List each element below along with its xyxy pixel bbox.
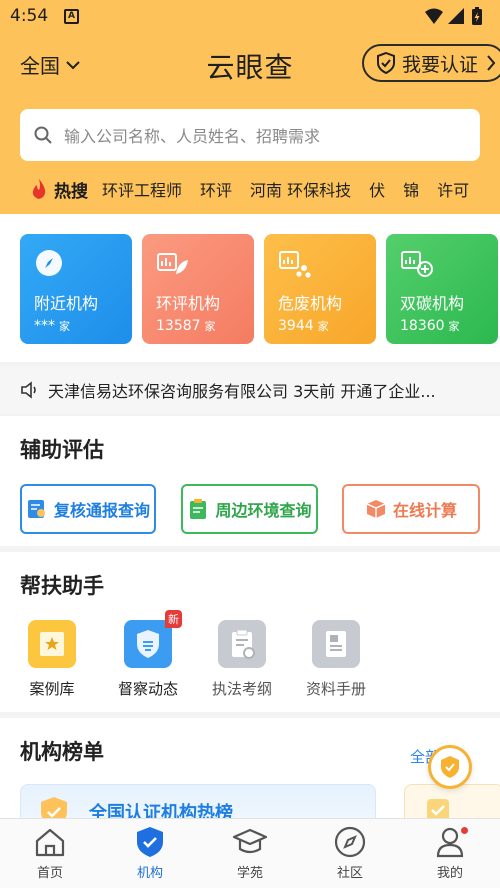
category-carbon[interactable]: 双碳机构 18360 家 bbox=[386, 234, 498, 344]
helper-label: 督察动态 bbox=[117, 680, 178, 698]
header-area: 4:54 A 全国 云眼查 我要认证 输入公司名称、人员姓名、招聘需求 热搜 环… bbox=[0, 0, 500, 214]
law-clipboard-icon bbox=[218, 620, 266, 668]
manual-document-icon bbox=[312, 620, 360, 668]
shield-check-icon bbox=[441, 756, 459, 778]
helper-label: 资料手册 bbox=[305, 680, 366, 698]
tab-label: 首页 bbox=[36, 866, 63, 881]
hot-keyword[interactable]: 许可 bbox=[437, 177, 469, 201]
notification-dot bbox=[461, 827, 468, 834]
document-search-icon bbox=[27, 500, 45, 518]
category-count-value: 13587 bbox=[156, 318, 201, 334]
category-unit: 家 bbox=[448, 320, 460, 333]
category-count: 3944 家 bbox=[278, 318, 329, 334]
tab-academy[interactable]: 学苑 bbox=[200, 825, 300, 881]
category-eia[interactable]: 环评机构 13587 家 bbox=[142, 234, 254, 344]
search-icon bbox=[34, 126, 52, 144]
certify-button[interactable]: 我要认证 bbox=[361, 44, 500, 82]
tab-home[interactable]: 首页 bbox=[0, 825, 100, 881]
speaker-icon bbox=[21, 381, 36, 399]
compass-icon bbox=[36, 250, 62, 276]
helper-item-inspection[interactable]: 新 督察动态 bbox=[112, 610, 184, 699]
shield-check-icon bbox=[376, 52, 395, 74]
hot-keyword[interactable]: 环评工程师 bbox=[102, 177, 182, 201]
ranking-section: 机构榜单 全部 全国认证机构热榜 bbox=[0, 718, 500, 844]
tab-community[interactable]: 社区 bbox=[300, 825, 400, 881]
floating-certify-button[interactable] bbox=[428, 745, 472, 789]
section-title: 机构榜单 bbox=[20, 740, 104, 764]
tab-label: 学苑 bbox=[236, 866, 263, 881]
category-count-value: *** bbox=[34, 318, 55, 334]
search-bar[interactable]: 输入公司名称、人员姓名、招聘需求 bbox=[20, 109, 480, 161]
tab-label: 我的 bbox=[436, 866, 463, 881]
tab-label: 机构 bbox=[136, 866, 163, 881]
hazard-chart-icon bbox=[279, 251, 311, 278]
hot-keyword[interactable]: 河南 环保科技 bbox=[250, 177, 351, 201]
hot-search-label: 热搜 bbox=[54, 181, 88, 202]
button-label: 周边环境查询 bbox=[215, 501, 312, 520]
section-title: 辅助评估 bbox=[20, 438, 104, 462]
category-hazardous[interactable]: 危废机构 3944 家 bbox=[264, 234, 376, 344]
flame-icon bbox=[32, 179, 46, 199]
inspection-shield-icon: 新 bbox=[124, 610, 182, 668]
helper-label: 执法考纲 bbox=[211, 680, 272, 698]
surrounding-env-button[interactable]: 周边环境查询 bbox=[181, 484, 318, 534]
category-name: 环评机构 bbox=[156, 294, 221, 313]
category-name: 附近机构 bbox=[34, 294, 99, 313]
status-bar: 4:54 A bbox=[0, 0, 500, 34]
clipboard-icon bbox=[190, 499, 207, 519]
wifi-icon bbox=[425, 8, 443, 24]
helper-section: 帮扶助手 案例库 新 督察动态 执法考纲 资料手册 bbox=[0, 552, 500, 712]
case-library-icon bbox=[28, 620, 76, 668]
status-indicators bbox=[424, 7, 488, 27]
chevron-right-icon bbox=[487, 55, 496, 71]
tab-profile[interactable]: 我的 bbox=[400, 825, 500, 881]
category-count-value: 3944 bbox=[278, 318, 314, 334]
review-notice-button[interactable]: 复核通报查询 bbox=[20, 484, 156, 534]
category-name: 双碳机构 bbox=[400, 294, 465, 313]
graduation-cap-icon bbox=[232, 828, 268, 854]
category-count: *** 家 bbox=[34, 318, 70, 334]
helper-item-manual[interactable]: 资料手册 bbox=[300, 620, 372, 699]
tab-institutions[interactable]: 机构 bbox=[100, 825, 200, 881]
category-name: 危废机构 bbox=[278, 294, 343, 313]
eia-chart-leaf-icon bbox=[157, 253, 188, 274]
category-nearby[interactable]: 附近机构 *** 家 bbox=[20, 234, 132, 344]
top-nav: 全国 云眼查 我要认证 bbox=[0, 34, 500, 94]
hot-keyword[interactable]: 锦 bbox=[403, 177, 419, 201]
shield-check-icon bbox=[137, 827, 163, 857]
battery-icon bbox=[472, 7, 482, 25]
home-icon bbox=[35, 828, 65, 857]
category-unit: 家 bbox=[204, 320, 216, 333]
notice-text: 天津信易达环保咨询服务有限公司 3天前 开通了企业... bbox=[48, 382, 436, 401]
new-badge: 新 bbox=[165, 610, 182, 628]
cube-icon bbox=[366, 500, 386, 518]
tab-label: 社区 bbox=[336, 866, 363, 881]
compass-icon bbox=[334, 826, 366, 858]
category-cards: 附近机构 *** 家 环评机构 13587 家 危废机构 3944 家 双碳机构 18… bbox=[0, 214, 500, 362]
assist-section: 辅助评估 复核通报查询 周边环境查询 在线计算 bbox=[0, 416, 500, 546]
button-label: 复核通报查询 bbox=[53, 501, 150, 520]
bottom-tab-bar: 首页 机构 学苑 社区 我的 bbox=[0, 818, 500, 888]
sim-icon: A bbox=[64, 9, 79, 24]
notice-bar[interactable]: 天津信易达环保咨询服务有限公司 3天前 开通了企业... bbox=[0, 366, 500, 414]
online-calc-button[interactable]: 在线计算 bbox=[342, 484, 480, 534]
helper-item-law[interactable]: 执法考纲 bbox=[206, 620, 278, 699]
signal-icon bbox=[448, 8, 464, 24]
category-unit: 家 bbox=[59, 320, 70, 333]
button-label: 在线计算 bbox=[392, 501, 457, 520]
hot-search-row: 热搜 环评工程师 环评 河南 环保科技 伏 锦 许可 bbox=[30, 176, 500, 202]
category-count: 13587 家 bbox=[156, 318, 216, 334]
helper-label: 案例库 bbox=[29, 680, 75, 698]
section-title: 帮扶助手 bbox=[20, 574, 104, 598]
status-time: 4:54 bbox=[10, 6, 49, 26]
hot-keyword[interactable]: 伏 bbox=[369, 177, 385, 201]
search-placeholder: 输入公司名称、人员姓名、招聘需求 bbox=[64, 127, 321, 146]
category-unit: 家 bbox=[317, 320, 329, 333]
hot-keyword[interactable]: 环评 bbox=[200, 177, 232, 201]
category-count: 18360 家 bbox=[400, 318, 460, 334]
helper-item-case-library[interactable]: 案例库 bbox=[16, 620, 88, 699]
certify-label: 我要认证 bbox=[401, 53, 478, 76]
carbon-chart-icon bbox=[401, 251, 433, 277]
category-count-value: 18360 bbox=[400, 318, 445, 334]
